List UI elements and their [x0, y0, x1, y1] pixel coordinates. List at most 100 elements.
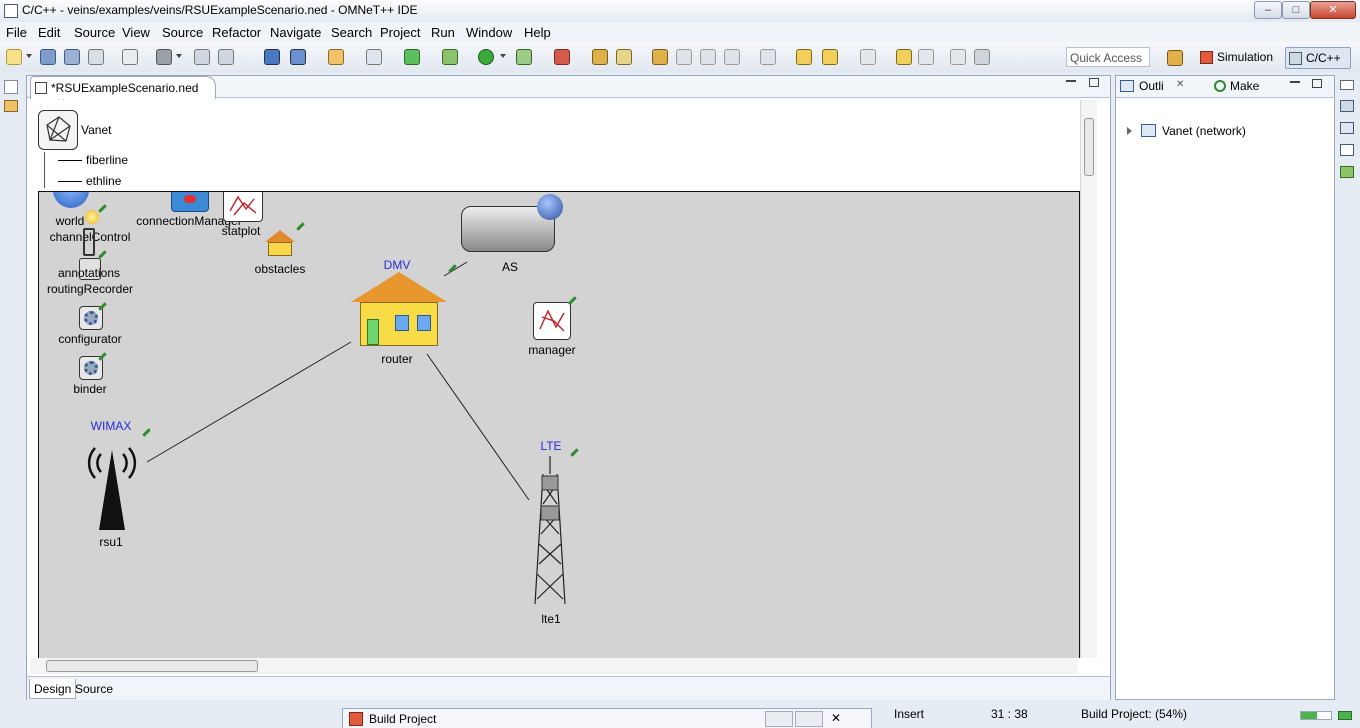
node-router[interactable]: router	[381, 352, 412, 366]
maximize-outline-icon[interactable]	[1312, 79, 1322, 88]
open-type-icon[interactable]	[652, 49, 668, 65]
tab-design[interactable]: Design	[29, 679, 77, 699]
tab-make[interactable]: Make	[1230, 79, 1259, 93]
build-close-icon[interactable]: ✕	[831, 711, 841, 725]
obstacles-house-icon[interactable]	[265, 230, 295, 258]
edit-icon[interactable]	[218, 49, 234, 65]
as-server-icon[interactable]	[461, 194, 563, 258]
connection-fiberline[interactable]: fiberline	[86, 153, 128, 167]
menu-edit[interactable]: Edit	[38, 25, 60, 40]
refresh-icon[interactable]	[404, 49, 420, 65]
menu-source-2[interactable]: Source	[162, 25, 203, 40]
node-routing-recorder[interactable]: routingRecorder	[47, 282, 133, 296]
redo-icon[interactable]	[918, 49, 934, 65]
save-icon[interactable]	[40, 49, 56, 65]
print-icon[interactable]	[88, 49, 104, 65]
wimax-tower-icon[interactable]	[77, 438, 147, 534]
pencil-icon[interactable]	[616, 49, 632, 65]
chevron-down-icon[interactable]	[176, 54, 182, 58]
network-canvas[interactable]: world channelControl connectionManager s…	[38, 191, 1080, 658]
menu-view[interactable]: View	[122, 25, 150, 40]
build-icon[interactable]	[122, 49, 138, 65]
profile-icon[interactable]	[516, 49, 532, 65]
horizontal-scrollbar[interactable]	[30, 658, 1078, 674]
stop-icon[interactable]	[554, 49, 570, 65]
minimize-outline-icon[interactable]	[1290, 81, 1300, 83]
vertical-scrollbar[interactable]	[1080, 100, 1097, 658]
chevron-down-icon[interactable]	[26, 54, 32, 58]
node-rsu1[interactable]: rsu1	[99, 535, 122, 549]
undo-icon[interactable]	[896, 49, 912, 65]
console-icon[interactable]	[1340, 122, 1354, 134]
lte-tower-icon[interactable]	[529, 454, 571, 608]
menu-file[interactable]: File	[6, 25, 27, 40]
menu-project[interactable]: Project	[380, 25, 420, 40]
external-tools-icon[interactable]	[592, 49, 608, 65]
pin-icon[interactable]	[950, 49, 966, 65]
restore-icon[interactable]	[4, 80, 18, 94]
save-all-icon[interactable]	[64, 49, 80, 65]
debug-config-icon[interactable]	[264, 49, 280, 65]
progress-icon[interactable]	[1338, 711, 1352, 720]
menu-source[interactable]: Source	[74, 25, 115, 40]
prev-annotation-icon[interactable]	[760, 49, 776, 65]
new-project-icon[interactable]	[290, 49, 306, 65]
arrow-right-icon[interactable]	[860, 49, 876, 65]
vertical-scroll-thumb[interactable]	[1084, 118, 1094, 176]
tools-icon[interactable]	[974, 49, 990, 65]
menu-navigate[interactable]: Navigate	[270, 25, 321, 40]
new-icon[interactable]	[6, 49, 22, 65]
hammer-icon[interactable]	[156, 49, 172, 65]
node-binder[interactable]: binder	[73, 382, 106, 396]
outline-tree-item[interactable]: Vanet (network)	[1162, 124, 1246, 138]
open-perspective-icon[interactable]	[1167, 50, 1183, 66]
menu-search[interactable]: Search	[331, 25, 372, 40]
node-configurator[interactable]: configurator	[58, 332, 121, 346]
tab-outline[interactable]: Outli	[1139, 79, 1164, 93]
paragraph-icon[interactable]	[700, 49, 716, 65]
perspective-simulation[interactable]: Simulation	[1197, 47, 1281, 69]
toggle-icon[interactable]	[676, 49, 692, 65]
node-obstacles[interactable]: obstacles	[255, 262, 306, 276]
build-restore-button[interactable]	[795, 711, 823, 727]
run-icon[interactable]	[478, 49, 494, 65]
minimize-view-icon[interactable]	[1066, 80, 1076, 82]
new-folder-icon[interactable]	[328, 49, 344, 65]
node-annotations[interactable]: annotations	[58, 266, 120, 280]
node-as[interactable]: AS	[502, 260, 518, 274]
tasks-icon[interactable]	[1340, 100, 1354, 112]
bug-icon[interactable]	[442, 49, 458, 65]
horizontal-scroll-thumb[interactable]	[46, 660, 258, 672]
network-icon[interactable]	[38, 110, 78, 150]
arrow-left-icon[interactable]	[822, 49, 838, 65]
connection-manager-icon[interactable]	[171, 192, 209, 212]
restore-right-icon[interactable]	[1340, 80, 1354, 90]
close-button[interactable]: ✕	[1310, 1, 1356, 19]
node-manager[interactable]: manager	[528, 343, 575, 357]
problems-icon[interactable]	[1340, 166, 1354, 178]
perspective-cpp[interactable]: C/C++	[1285, 47, 1351, 69]
connection-ethline[interactable]: ethline	[86, 174, 121, 188]
maximize-view-icon[interactable]	[1089, 78, 1099, 87]
menu-help[interactable]: Help	[524, 25, 551, 40]
tab-rsu-example-scenario[interactable]: *RSUExampleScenario.ned ✕	[30, 76, 216, 109]
chevron-down-icon[interactable]	[500, 54, 506, 58]
router-house-icon[interactable]	[351, 272, 447, 350]
next-annotation-icon[interactable]	[724, 49, 740, 65]
back-icon[interactable]	[796, 49, 812, 65]
binary-icon[interactable]	[194, 49, 210, 65]
maximize-button[interactable]: □	[1282, 1, 1310, 19]
node-lte1[interactable]: lte1	[541, 612, 560, 626]
tab-source[interactable]: Source	[71, 679, 117, 699]
node-statplot[interactable]: statplot	[222, 224, 261, 238]
menu-run[interactable]: Run	[431, 25, 455, 40]
build-project-window[interactable]: Build Project ✕	[342, 708, 872, 728]
statplot-icon[interactable]	[223, 192, 263, 222]
menu-refactor[interactable]: Refactor	[212, 25, 261, 40]
manager-icon[interactable]	[533, 302, 571, 340]
node-world[interactable]: world	[56, 214, 85, 228]
properties-icon[interactable]	[1340, 144, 1354, 156]
menu-window[interactable]: Window	[466, 25, 512, 40]
project-explorer-icon[interactable]	[4, 100, 18, 112]
expand-arrow-icon[interactable]	[1127, 127, 1132, 135]
